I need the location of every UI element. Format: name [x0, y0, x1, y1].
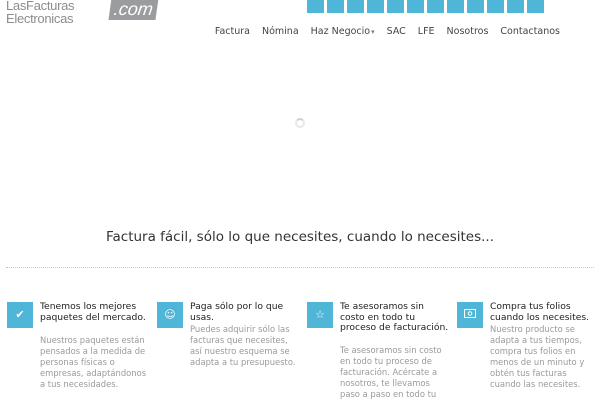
- hero-tagline: Factura fácil, sólo lo que necesites, cu…: [105, 229, 495, 245]
- logo-line-2: Electronicas: [6, 11, 74, 26]
- top-accent-box: [467, 0, 484, 13]
- top-accent-box: [507, 0, 524, 13]
- main-nav: Factura Nómina Haz Negocio▾ SAC LFE Noso…: [209, 26, 566, 38]
- top-accent-box: [447, 0, 464, 13]
- nav-item-factura[interactable]: Factura: [209, 26, 256, 38]
- nav-item-lfe[interactable]: LFE: [412, 26, 441, 38]
- nav-item-sac[interactable]: SAC: [381, 26, 412, 38]
- logo-dotcom: .com: [108, 0, 159, 20]
- chevron-down-icon: ▾: [371, 28, 375, 36]
- star-icon: ☆: [307, 302, 333, 328]
- money-icon: [457, 302, 483, 328]
- top-accent-box: [347, 0, 364, 13]
- feature-title: Compra tus folios cuando los necesites.: [490, 301, 590, 323]
- feature-title: Te asesoramos sin costo en todo tu proce…: [340, 301, 449, 333]
- section-divider: [6, 267, 594, 268]
- feature-description: Puedes adquirir sólo las facturas que ne…: [190, 324, 296, 367]
- feature-title: Tenemos los mejores paquetes del mercado…: [40, 301, 146, 323]
- feature-title: Paga sólo por lo que usas.: [190, 301, 284, 323]
- nav-item-nomina[interactable]: Nómina: [256, 26, 305, 38]
- top-accent-box: [387, 0, 404, 13]
- feature-description: Te asesoramos sin costo en todo tu proce…: [340, 345, 442, 399]
- feature-description: Nuestros paquetes están pensados a la me…: [40, 335, 147, 389]
- top-accent-box: [487, 0, 504, 13]
- site-logo[interactable]: LasFacturas Electronicas .com: [6, 0, 159, 26]
- top-accent-box: [327, 0, 344, 13]
- nav-item-nosotros[interactable]: Nosotros: [441, 26, 495, 38]
- top-accent-box: [407, 0, 424, 13]
- check-icon: ✔: [7, 302, 33, 328]
- nav-item-haz-negocio[interactable]: Haz Negocio▾: [305, 26, 381, 38]
- top-accent-box: [367, 0, 384, 13]
- loading-spinner-icon: [295, 118, 305, 128]
- top-accent-box: [427, 0, 444, 13]
- feature-description: Nuestro producto se adapta a tus tiempos…: [490, 324, 585, 389]
- smiley-icon: ☺: [157, 302, 183, 328]
- top-accent-box: [307, 0, 324, 13]
- top-accent-bar: [307, 0, 544, 13]
- nav-item-haz-negocio-label: Haz Negocio: [310, 26, 371, 37]
- nav-item-contactanos[interactable]: Contactanos: [494, 26, 566, 38]
- top-accent-box: [527, 0, 544, 13]
